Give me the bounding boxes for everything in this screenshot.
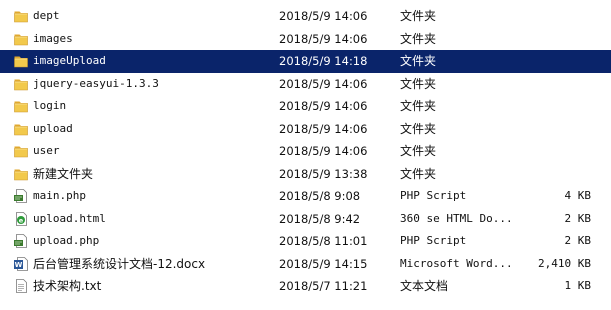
file-name: upload.html [33,211,106,225]
word-file-icon: W [13,256,29,272]
file-name: jquery-easyui-1.3.3 [33,76,159,90]
file-type: PHP Script [400,189,467,202]
file-name: 技术架构.txt [33,279,102,293]
html-file-icon: e [13,211,29,227]
file-date-modified: 2018/5/9 14:06 [279,121,368,136]
file-name: main.php [33,189,86,202]
file-row[interactable]: e upload.html 2018/5/8 9:42 360 se HTML Do.… [0,208,611,231]
file-size: 1 KB [564,279,592,292]
file-name: imageUpload [33,54,106,67]
file-row[interactable]: 技术架构.txt 2018/5/7 11:21 文本文档 1 KB [0,275,611,298]
folder-icon [13,8,29,24]
text-file-icon [13,278,29,294]
file-type: 文本文档 [400,279,449,293]
file-date-modified: 2018/5/9 14:06 [279,31,368,46]
file-name: login [33,99,67,112]
folder-icon [13,143,29,159]
file-type: 文件夹 [400,76,437,91]
file-size: 2,410 KB [538,256,591,270]
file-type: 文件夹 [400,99,437,113]
file-type: 文件夹 [400,54,437,68]
svg-text:W: W [15,261,23,269]
file-date-modified: 2018/5/7 11:21 [279,279,368,293]
folder-icon [13,166,29,182]
svg-text:e: e [19,216,24,224]
file-name: 新建文件夹 [33,166,94,181]
folder-icon [13,98,29,114]
folder-icon [13,31,29,47]
file-date-modified: 2018/5/9 14:06 [279,99,368,113]
file-row[interactable]: dept 2018/5/9 14:06 文件夹 [0,5,611,28]
folder-icon [13,121,29,137]
file-date-modified: 2018/5/9 14:06 [279,144,368,158]
file-size: 2 KB [564,234,592,247]
file-type: Microsoft Word... [400,256,513,270]
file-name: user [33,144,60,157]
file-date-modified: 2018/5/9 14:06 [279,76,368,91]
file-date-modified: 2018/5/9 14:06 [279,9,368,23]
file-name: dept [33,9,60,22]
file-type: 文件夹 [400,166,437,181]
php-file-icon [13,233,29,249]
file-list: dept 2018/5/9 14:06 文件夹 images 2018/5/9 14:0… [0,0,611,310]
file-name: upload [33,121,73,135]
file-type: 文件夹 [400,121,437,136]
file-date-modified: 2018/5/9 14:18 [279,54,368,68]
file-name: upload.php [33,234,100,247]
file-date-modified: 2018/5/9 14:15 [279,256,368,271]
file-row[interactable]: imageUpload 2018/5/9 14:18 文件夹 [0,50,611,73]
file-row[interactable]: jquery-easyui-1.3.3 2018/5/9 14:06 文件夹 [0,73,611,96]
file-size: 2 KB [564,211,592,225]
file-type: 文件夹 [400,144,437,158]
file-row[interactable]: user 2018/5/9 14:06 文件夹 [0,140,611,163]
file-name: 后台管理系统设计文档-12.docx [33,256,206,271]
file-date-modified: 2018/5/8 9:08 [279,189,361,203]
file-name: images [33,31,73,45]
file-date-modified: 2018/5/9 13:38 [279,166,368,181]
file-row[interactable]: images 2018/5/9 14:06 文件夹 [0,28,611,51]
folder-icon [13,53,29,69]
file-size: 4 KB [564,189,592,202]
file-row[interactable]: login 2018/5/9 14:06 文件夹 [0,95,611,118]
folder-icon [13,76,29,92]
file-row[interactable]: main.php 2018/5/8 9:08 PHP Script 4 KB [0,185,611,208]
file-row[interactable]: 新建文件夹 2018/5/9 13:38 文件夹 [0,163,611,186]
file-type: 360 se HTML Do... [400,211,513,225]
file-date-modified: 2018/5/8 11:01 [279,234,368,248]
file-row[interactable]: upload.php 2018/5/8 11:01 PHP Script 2 KB [0,230,611,253]
file-row[interactable]: W 后台管理系统设计文档-12.docx 2018/5/9 14:15 Microso… [0,253,611,276]
php-file-icon [13,188,29,204]
file-type: 文件夹 [400,31,437,46]
file-type: PHP Script [400,234,467,247]
file-row[interactable]: upload 2018/5/9 14:06 文件夹 [0,118,611,141]
file-type: 文件夹 [400,9,437,23]
file-date-modified: 2018/5/8 9:42 [279,211,361,226]
